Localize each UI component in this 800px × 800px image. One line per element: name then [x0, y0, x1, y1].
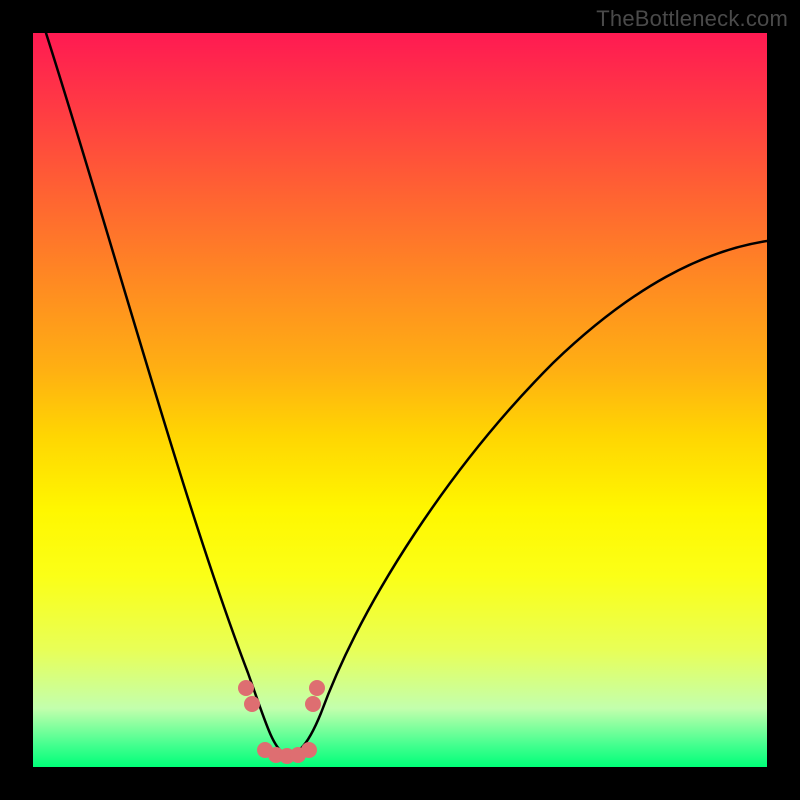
dot: [268, 747, 284, 763]
plot-area: [33, 33, 767, 767]
chart-frame: TheBottleneck.com: [0, 0, 800, 800]
dot: [309, 680, 325, 696]
dot: [301, 742, 317, 758]
bottleneck-curve: [33, 33, 767, 767]
dot: [244, 696, 260, 712]
watermark-text: TheBottleneck.com: [596, 6, 788, 32]
dot: [305, 696, 321, 712]
dot: [279, 748, 295, 764]
dot-cluster: [33, 33, 767, 767]
curve-path: [46, 33, 767, 754]
dot: [290, 747, 306, 763]
dot: [257, 742, 273, 758]
dot: [238, 680, 254, 696]
